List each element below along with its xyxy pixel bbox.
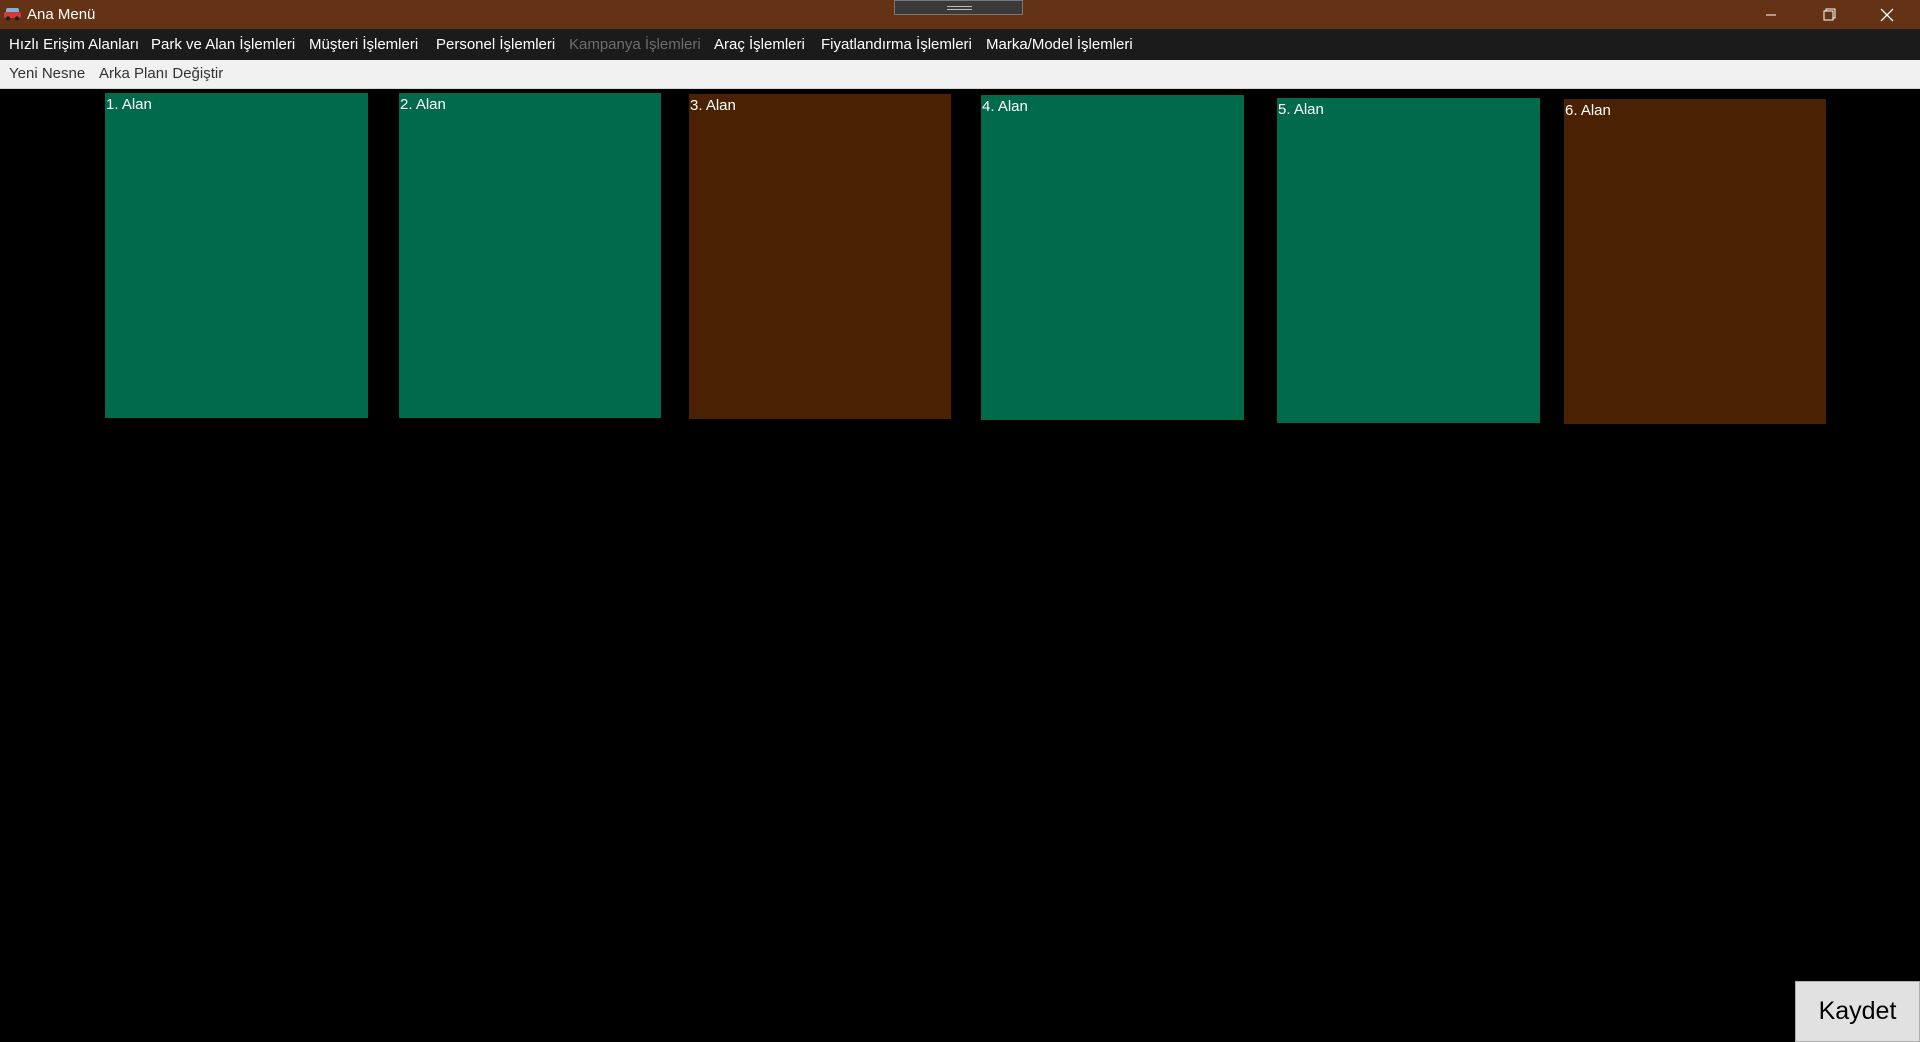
area-label: 2. Alan	[400, 96, 446, 113]
restore-button[interactable]	[1800, 0, 1858, 29]
close-button[interactable]	[1858, 0, 1916, 29]
area-tile-5[interactable]: 5. Alan	[1277, 98, 1540, 423]
save-button[interactable]: Kaydet	[1795, 981, 1920, 1042]
menu-campaign[interactable]: Kampanya İşlemleri	[569, 36, 701, 53]
area-tile-4[interactable]: 4. Alan	[981, 95, 1244, 420]
change-background-button[interactable]: Arka Planı Değiştir	[99, 65, 223, 82]
restore-icon	[1823, 8, 1835, 21]
close-icon	[1880, 8, 1894, 21]
minimize-button[interactable]	[1742, 0, 1800, 29]
drag-handle[interactable]	[894, 0, 1023, 15]
menu-staff[interactable]: Personel İşlemleri	[436, 36, 555, 53]
area-label: 1. Alan	[106, 96, 152, 113]
menu-pricing[interactable]: Fiyatlandırma İşlemleri	[821, 36, 972, 53]
area-tile-6[interactable]: 6. Alan	[1564, 99, 1826, 424]
menu-brand-model[interactable]: Marka/Model İşlemleri	[986, 36, 1133, 53]
minimize-icon	[1766, 14, 1776, 15]
area-label: 5. Alan	[1278, 101, 1324, 118]
new-object-button[interactable]: Yeni Nesne	[9, 65, 85, 82]
menu-bar: Hızlı Erişim Alanları Park ve Alan İşlem…	[0, 29, 1920, 60]
menu-vehicle[interactable]: Araç İşlemleri	[714, 36, 805, 53]
area-tile-1[interactable]: 1. Alan	[105, 93, 368, 418]
area-label: 3. Alan	[690, 97, 736, 114]
car-icon	[3, 6, 22, 22]
area-tile-3[interactable]: 3. Alan	[689, 94, 951, 419]
toolbar: Yeni Nesne Arka Planı Değiştir	[0, 60, 1920, 89]
area-tile-2[interactable]: 2. Alan	[399, 93, 661, 418]
window-title: Ana Menü	[27, 6, 96, 23]
title-bar[interactable]: Ana Menü	[0, 0, 1920, 29]
menu-quick-access[interactable]: Hızlı Erişim Alanları	[9, 36, 139, 53]
area-label: 4. Alan	[982, 98, 1028, 115]
area-label: 6. Alan	[1565, 102, 1611, 119]
grip-icon	[947, 6, 972, 10]
menu-customer[interactable]: Müşteri İşlemleri	[309, 36, 418, 53]
menu-park-area[interactable]: Park ve Alan İşlemleri	[151, 36, 295, 53]
